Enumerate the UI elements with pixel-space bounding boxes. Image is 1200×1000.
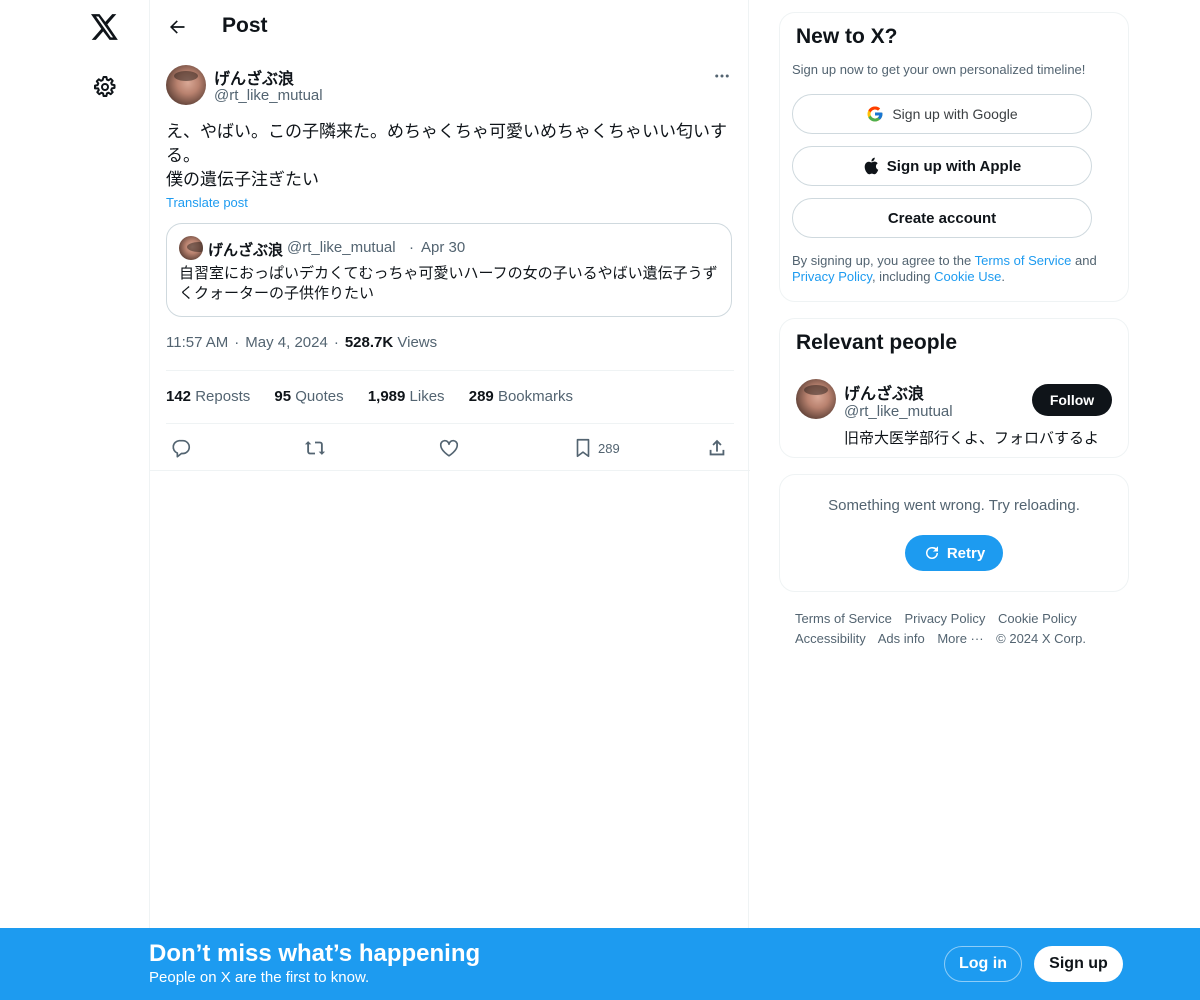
- views-count: 528.7K: [344, 334, 394, 351]
- left-nav: [0, 0, 150, 1000]
- create-account-button[interactable]: Create account: [792, 198, 1092, 238]
- post-time[interactable]: 11:57 AM: [166, 334, 228, 351]
- views-label: Views: [397, 334, 438, 351]
- error-message: Something went wrong. Try reloading.: [828, 497, 1080, 514]
- footer-link-ads-info[interactable]: Ads info: [878, 631, 925, 646]
- x-logo-icon[interactable]: [88, 10, 122, 44]
- sign-up-button[interactable]: Sign up: [1034, 946, 1123, 982]
- translate-post-link[interactable]: Translate post: [166, 195, 248, 210]
- person-avatar[interactable]: [796, 379, 836, 419]
- likes-stat[interactable]: 1,989 Likes: [368, 388, 445, 405]
- cookie-use-link[interactable]: Cookie Use: [934, 269, 1001, 284]
- bookmarks-stat[interactable]: 289 Bookmarks: [469, 388, 573, 405]
- author-handle[interactable]: @rt_like_mutual: [214, 87, 323, 104]
- action-bar: 289: [150, 424, 750, 471]
- google-icon: [866, 105, 884, 123]
- footer-link-terms[interactable]: Terms of Service: [795, 611, 892, 626]
- terms-of-service-link[interactable]: Terms of Service: [975, 253, 1072, 268]
- post-date[interactable]: May 4, 2024: [245, 334, 328, 351]
- post-meta: 11:57 AM · May 4, 2024 · 528.7K Views: [166, 334, 437, 351]
- bookmark-icon: [576, 438, 590, 458]
- quoted-post[interactable]: げんざぶ浪 @rt_like_mutual · Apr 30 自習室におっぱいデ…: [166, 223, 732, 317]
- quote-author-handle: @rt_like_mutual: [287, 239, 396, 256]
- retry-button[interactable]: Retry: [905, 535, 1003, 571]
- person-bio: 旧帝大医学部行くよ、フォロバするよ: [844, 430, 1100, 447]
- quote-separator: ·: [409, 239, 414, 256]
- log-in-button[interactable]: Log in: [944, 946, 1022, 982]
- footer-link-privacy[interactable]: Privacy Policy: [904, 611, 985, 626]
- person-handle[interactable]: @rt_like_mutual: [844, 403, 953, 420]
- sign-up-google-label: Sign up with Google: [892, 106, 1018, 122]
- settings-gear-icon[interactable]: [90, 72, 120, 102]
- banner-subtitle: People on X are the first to know.: [149, 969, 370, 986]
- privacy-policy-link[interactable]: Privacy Policy: [792, 269, 872, 284]
- new-to-x-subtitle: Sign up now to get your own personalized…: [792, 62, 1086, 77]
- main-column: Post げんざぶ浪 @rt_like_mutual え、やばい。この子隣来た。…: [149, 0, 750, 1000]
- post-stats: 142 Reposts 95 Quotes 1,989 Likes 289 Bo…: [166, 388, 593, 405]
- repost-icon[interactable]: [304, 436, 326, 460]
- quote-text: 自習室におっぱいデカくてむっちゃ可愛いハーフの女の子いるやばい遺伝子うずくクォー…: [179, 265, 718, 302]
- bookmark-count: 289: [598, 440, 620, 456]
- footer-links: Terms of Service Privacy Policy Cookie P…: [795, 609, 1125, 649]
- divider: [166, 370, 734, 371]
- quote-author-name: げんざぶ浪: [208, 242, 284, 259]
- apple-icon: [863, 157, 879, 175]
- post-header: Post: [150, 0, 750, 53]
- quote-author-avatar: [179, 236, 203, 260]
- meta-separator: ·: [333, 334, 339, 351]
- footer-link-cookie[interactable]: Cookie Policy: [998, 611, 1077, 626]
- relevant-people-title: Relevant people: [796, 331, 958, 354]
- author-name[interactable]: げんざぶ浪: [214, 65, 294, 89]
- author-avatar[interactable]: [166, 65, 206, 105]
- share-icon[interactable]: [706, 436, 728, 460]
- person-name[interactable]: げんざぶ浪: [844, 380, 924, 404]
- sign-up-apple-label: Sign up with Apple: [886, 157, 1022, 175]
- like-heart-icon[interactable]: [438, 436, 460, 460]
- copyright: © 2024 X Corp.: [996, 631, 1086, 646]
- footer-link-accessibility[interactable]: Accessibility: [795, 631, 866, 646]
- follow-button[interactable]: Follow: [1032, 384, 1112, 416]
- retry-label: Retry: [946, 544, 986, 562]
- error-card: Something went wrong. Try reloading. Ret…: [779, 474, 1129, 592]
- more-options-icon[interactable]: [710, 64, 734, 88]
- new-to-x-card: New to X? Sign up now to get your own pe…: [779, 12, 1129, 302]
- signup-legal-text: By signing up, you agree to the Terms of…: [792, 253, 1097, 284]
- post-text: え、やばい。この子隣来た。めちゃくちゃ可愛いめちゃくちゃいい匂いする。 僕の遺伝…: [166, 122, 727, 189]
- meta-separator: ·: [234, 334, 240, 351]
- back-arrow-icon[interactable]: [162, 12, 192, 42]
- relevant-people-card: Relevant people げんざぶ浪 @rt_like_mutual 旧帝…: [779, 318, 1129, 458]
- page-title: Post: [222, 14, 268, 37]
- banner-title: Don’t miss what’s happening: [149, 940, 481, 967]
- quotes-stat[interactable]: 95 Quotes: [274, 388, 343, 405]
- sign-up-google-button[interactable]: Sign up with Google: [792, 94, 1092, 134]
- signup-banner: Don’t miss what’s happening People on X …: [0, 928, 1200, 1000]
- new-to-x-title: New to X?: [796, 25, 898, 48]
- reposts-stat[interactable]: 142 Reposts: [166, 388, 250, 405]
- footer-link-more[interactable]: More ···: [937, 631, 983, 646]
- refresh-icon: [925, 546, 938, 559]
- quote-date: Apr 30: [421, 239, 466, 256]
- reply-icon[interactable]: [170, 436, 192, 460]
- bookmark-button[interactable]: 289: [572, 436, 620, 460]
- sign-up-apple-button[interactable]: Sign up with Apple: [792, 146, 1092, 186]
